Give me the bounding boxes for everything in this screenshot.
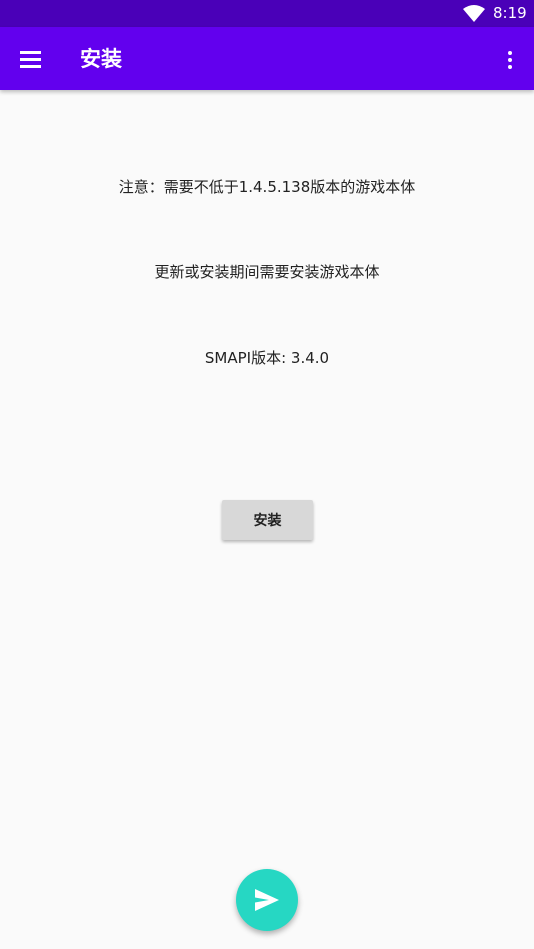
send-icon: [255, 889, 279, 911]
more-vert-icon[interactable]: [494, 41, 526, 77]
page-title: 安装: [80, 47, 122, 71]
send-fab-button[interactable]: [236, 869, 298, 931]
install-button[interactable]: 安装: [222, 500, 313, 540]
status-time: 8:19: [493, 4, 527, 22]
smapi-version-text: SMAPI版本: 3.4.0: [204, 349, 330, 367]
wifi-icon: [463, 5, 485, 22]
version-notice-text: 注意：需要不低于1.4.5.138版本的游戏本体: [118, 178, 416, 196]
hamburger-menu-icon[interactable]: [13, 41, 49, 77]
screen: 8:19 安装 注意：需要不低于1.4.5.138版本的游戏本体 更新或安装期间…: [0, 0, 534, 949]
app-bar: 安装: [0, 27, 534, 90]
update-note-text: 更新或安装期间需要安装游戏本体: [154, 263, 380, 281]
status-bar: 8:19: [0, 0, 534, 27]
